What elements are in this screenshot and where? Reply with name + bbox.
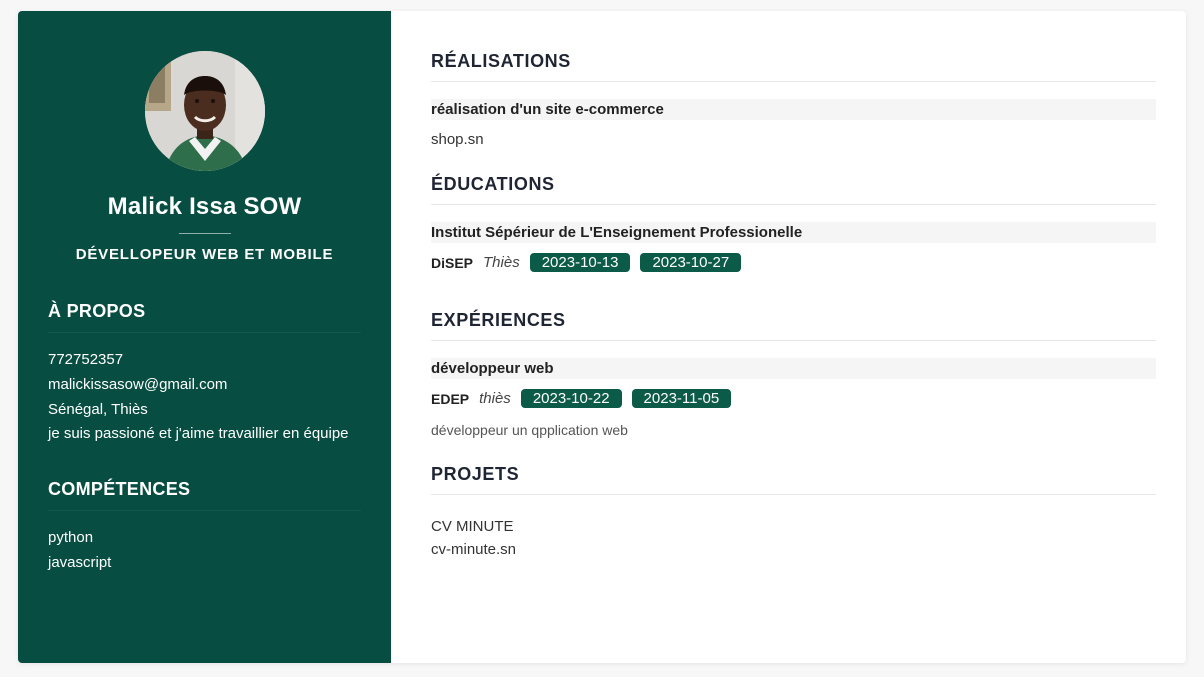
projects-heading: PROJETS <box>431 464 1156 495</box>
achievements-heading: RÉALISATIONS <box>431 51 1156 82</box>
education-heading: ÉDUCATIONS <box>431 174 1156 205</box>
name-divider <box>178 233 231 234</box>
achievement-detail: shop.sn <box>431 131 484 148</box>
achievement-title: réalisation d'un site e-commerce <box>431 99 1156 120</box>
education-org: DiSEP <box>431 254 474 271</box>
experience-section: EXPÉRIENCES développeur web EDEP thiès 2… <box>431 310 1156 438</box>
profile-role: DÉVELLOPEUR WEB ET MOBILE <box>75 246 334 263</box>
project-name: CV MINUTE <box>431 518 514 535</box>
profile-name: Malick Issa SOW <box>107 193 302 220</box>
cv-card: Malick Issa SOW DÉVELLOPEUR WEB ET MOBIL… <box>18 11 1186 663</box>
experience-meta: EDEP thiès 2023-10-22 2023-11-05 <box>431 389 1156 408</box>
experience-heading: EXPÉRIENCES <box>431 310 1156 341</box>
projects-section: PROJETS CV MINUTE cv-minute.sn <box>431 464 1156 561</box>
experience-description: développeur un qpplication web <box>431 422 628 438</box>
education-meta: DiSEP Thiès 2023-10-13 2023-10-27 <box>431 253 1156 272</box>
education-end-badge: 2023-10-27 <box>640 253 742 272</box>
email-address: malickissasow@gmail.com <box>48 376 228 393</box>
about-text: je suis passioné et j'aime travaillier e… <box>48 425 349 442</box>
avatar-photo <box>144 51 265 171</box>
avatar <box>144 51 265 171</box>
main-content: RÉALISATIONS réalisation d'un site e-com… <box>391 11 1186 663</box>
education-start-badge: 2023-10-13 <box>529 253 631 272</box>
experience-start-badge: 2023-10-22 <box>520 389 622 408</box>
about-list: 772752357 malickissasow@gmail.com Sénéga… <box>48 347 361 445</box>
experience-location: thiès <box>479 390 511 407</box>
sidebar: Malick Issa SOW DÉVELLOPEUR WEB ET MOBIL… <box>18 11 391 663</box>
education-section: ÉDUCATIONS Institut Sépérieur de L'Ensei… <box>431 174 1156 272</box>
skills-list: python javascript <box>48 525 361 575</box>
about-heading: À PROPOS <box>48 301 361 333</box>
location: Sénégal, Thiès <box>48 401 148 418</box>
skills-heading: COMPÉTENCES <box>48 479 361 511</box>
achievements-section: RÉALISATIONS réalisation d'un site e-com… <box>431 51 1156 148</box>
skill-item: python <box>48 529 94 546</box>
education-location: Thiès <box>483 254 520 271</box>
project-item: CV MINUTE cv-minute.sn <box>431 515 1156 561</box>
phone-number: 772752357 <box>48 351 124 368</box>
experience-end-badge: 2023-11-05 <box>631 389 732 408</box>
project-url: cv-minute.sn <box>431 541 517 558</box>
experience-title: développeur web <box>431 358 1156 379</box>
skill-item: javascript <box>48 554 112 571</box>
experience-org: EDEP <box>431 390 470 407</box>
education-title: Institut Sépérieur de L'Enseignement Pro… <box>431 222 1156 243</box>
